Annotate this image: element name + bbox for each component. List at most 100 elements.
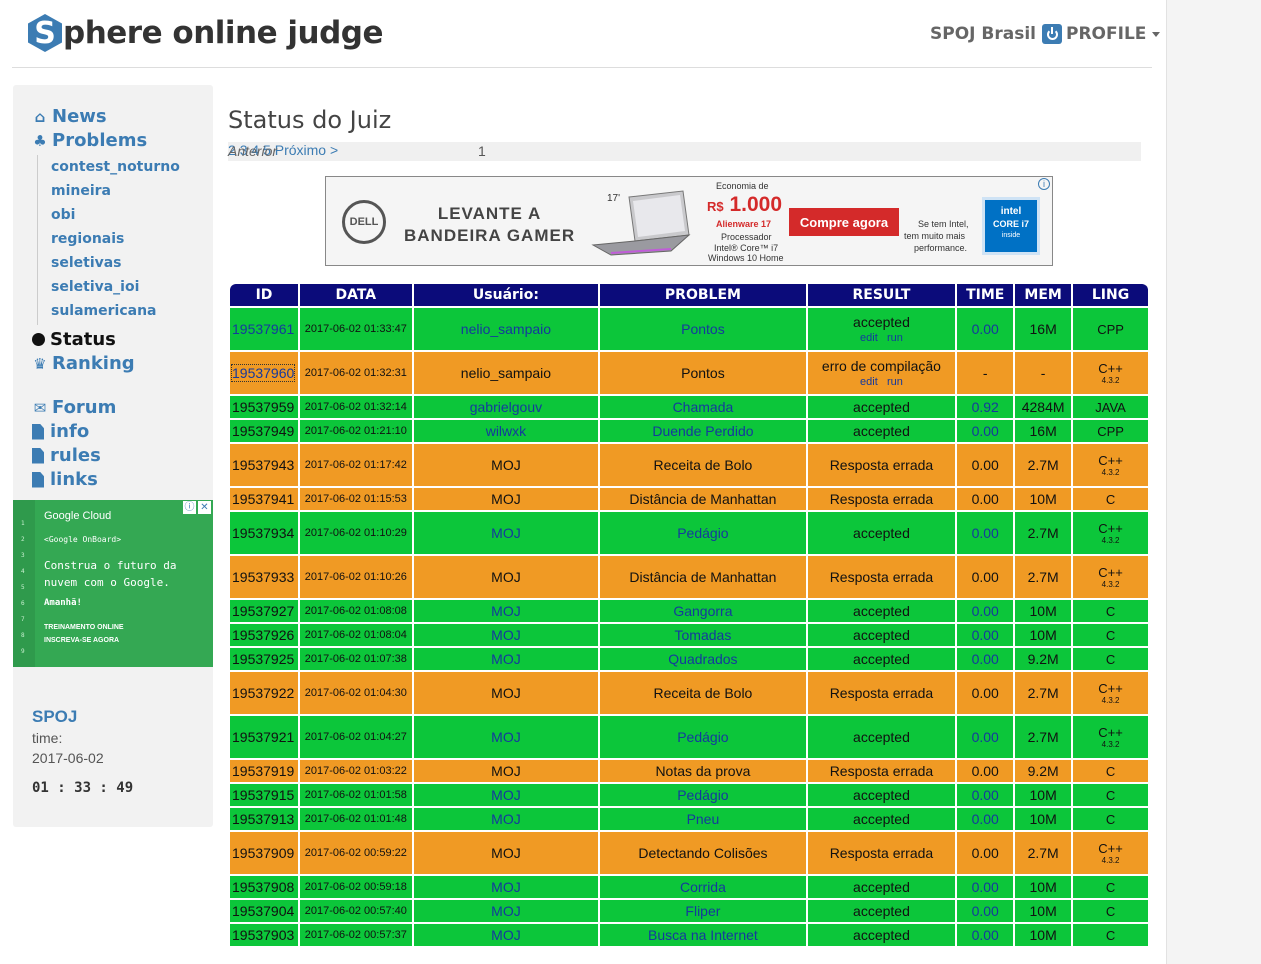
problem-link[interactable]: Corrida [680,879,726,895]
nav-status[interactable]: Status [32,329,116,350]
cell-problem[interactable]: Tomadas [600,624,806,646]
user-link[interactable]: MOJ [491,763,521,779]
user-link[interactable]: MOJ [491,927,521,943]
user-link[interactable]: MOJ [491,845,521,861]
cell-user[interactable]: MOJ [413,556,599,598]
sub-item-mineira[interactable]: mineira [51,183,111,199]
profile-menu[interactable]: PROFILE [1042,24,1161,44]
problem-link[interactable]: Distância de Manhattan [629,569,776,585]
user-link[interactable]: MOJ [491,903,521,919]
cell-problem[interactable]: Corrida [600,876,806,898]
user-link[interactable]: MOJ [491,603,521,619]
nav-info[interactable]: info [32,421,89,442]
submission-id[interactable]: 19537961 [232,321,294,337]
user-link[interactable]: MOJ [491,569,521,585]
nav-news[interactable]: ⌂ News [32,106,107,127]
problem-link[interactable]: Pedágio [677,525,728,541]
cell-problem[interactable]: Receita de Bolo [600,444,806,486]
cell-user[interactable]: MOJ [413,900,599,922]
cell-problem[interactable]: Distância de Manhattan [600,488,806,510]
user-link[interactable]: MOJ [491,729,521,745]
cell-user[interactable]: MOJ [413,600,599,622]
cell-user[interactable]: MOJ [413,648,599,670]
ad-close-icon[interactable]: ✕ [198,501,211,514]
user-link[interactable]: gabrielgouv [470,399,542,415]
nav-problems[interactable]: ♣ Problems [32,130,147,151]
user-link[interactable]: wilwxk [486,423,526,439]
problem-link[interactable]: Busca na Internet [648,927,758,943]
banner-ad[interactable]: DELL LEVANTE A BANDEIRA GAMER 17' Econom… [325,176,1053,266]
sub-item-obi[interactable]: obi [51,207,75,223]
cell-user[interactable]: gabrielgouv [413,396,599,418]
cell-problem[interactable]: Chamada [600,396,806,418]
cell-id[interactable]: 19537961 [230,308,298,350]
problem-link[interactable]: Tomadas [675,627,732,643]
cell-problem[interactable]: Receita de Bolo [600,672,806,714]
user-link[interactable]: MOJ [491,525,521,541]
user-link[interactable]: MOJ [491,787,521,803]
sub-item-regionais[interactable]: regionais [51,231,124,247]
problem-link[interactable]: Fliper [685,903,720,919]
ad-info-icon[interactable]: i [1038,178,1050,190]
cell-user[interactable]: nelio_sampaio [413,352,599,394]
user-link[interactable]: MOJ [491,491,521,507]
problem-link[interactable]: Chamada [673,399,734,415]
problem-link[interactable]: Distância de Manhattan [629,491,776,507]
ad-info-icon[interactable]: ⓘ [183,501,196,514]
cell-user[interactable]: nelio_sampaio [413,308,599,350]
cell-user[interactable]: MOJ [413,808,599,830]
user-link[interactable]: MOJ [491,879,521,895]
cell-problem[interactable]: Pedágio [600,784,806,806]
problem-link[interactable]: Pneu [687,811,720,827]
cell-user[interactable]: wilwxk [413,420,599,442]
run-link[interactable]: run [887,376,903,388]
run-link[interactable]: run [887,332,903,344]
edit-link[interactable]: edit [860,332,878,344]
problem-link[interactable]: Notas da prova [655,763,750,779]
nav-rules[interactable]: rules [32,445,101,466]
cell-problem[interactable]: Busca na Internet [600,924,806,946]
cell-problem[interactable]: Pneu [600,808,806,830]
user-link[interactable]: MOJ [491,627,521,643]
problem-link[interactable]: Pontos [681,365,725,381]
problem-link[interactable]: Quadrados [668,651,737,667]
pager-next[interactable]: Próximo > [275,142,338,158]
spoj-brasil-link[interactable]: SPOJ Brasil [930,24,1036,44]
cell-user[interactable]: MOJ [413,832,599,874]
user-link[interactable]: MOJ [491,457,521,473]
cell-problem[interactable]: Pontos [600,352,806,394]
sub-item-contest-noturno[interactable]: contest_noturno [51,159,180,175]
cell-user[interactable]: MOJ [413,924,599,946]
cell-user[interactable]: MOJ [413,716,599,758]
user-link[interactable]: MOJ [491,685,521,701]
cell-problem[interactable]: Gangorra [600,600,806,622]
user-link[interactable]: nelio_sampaio [461,365,551,381]
cell-problem[interactable]: Pedágio [600,512,806,554]
cell-problem[interactable]: Fliper [600,900,806,922]
cell-problem[interactable]: Detectando Colisões [600,832,806,874]
cell-user[interactable]: MOJ [413,760,599,782]
cell-problem[interactable]: Pedágio [600,716,806,758]
cell-user[interactable]: MOJ [413,876,599,898]
problem-link[interactable]: Receita de Bolo [654,457,753,473]
cell-problem[interactable]: Notas da prova [600,760,806,782]
user-link[interactable]: nelio_sampaio [461,321,551,337]
problem-link[interactable]: Detectando Colisões [638,845,767,861]
problem-link[interactable]: Pedágio [677,729,728,745]
cell-user[interactable]: MOJ [413,784,599,806]
cell-user[interactable]: MOJ [413,488,599,510]
user-link[interactable]: MOJ [491,811,521,827]
nav-ranking[interactable]: ♛ Ranking [32,353,134,374]
problem-link[interactable]: Receita de Bolo [654,685,753,701]
cell-user[interactable]: MOJ [413,512,599,554]
cell-problem[interactable]: Duende Perdido [600,420,806,442]
sub-item-sulamericana[interactable]: sulamericana [51,303,157,319]
cell-id[interactable]: 19537960 [230,352,298,394]
sub-item-seletiva-ioi[interactable]: seletiva_ioi [51,279,139,295]
nav-links[interactable]: links [32,469,98,490]
problem-link[interactable]: Pontos [681,321,725,337]
sidebar-ad[interactable]: 1 2 3 4 5 6 7 8 9 Google Cloud <Google O… [13,500,213,667]
nav-forum[interactable]: ✉ Forum [32,397,117,418]
user-link[interactable]: MOJ [491,651,521,667]
submission-id[interactable]: 19537960 [230,364,296,382]
